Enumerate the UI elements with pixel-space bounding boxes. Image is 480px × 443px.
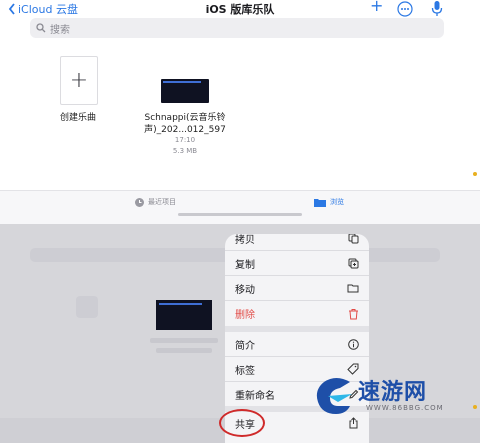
search-field[interactable]: 搜索 — [30, 18, 444, 38]
trash-icon — [347, 308, 359, 320]
duplicate-icon — [347, 257, 359, 269]
menu-item-label: 标签 — [235, 365, 255, 377]
file-name-line2: 声)_202...012_597 — [144, 125, 226, 135]
blurred-new-item — [76, 296, 98, 318]
microphone-icon[interactable] — [431, 0, 443, 18]
tab-recents-label: 最近项目 — [148, 198, 176, 206]
file-thumbnail[interactable] — [161, 79, 209, 103]
folder-icon — [314, 198, 326, 207]
plus-icon[interactable]: + — [370, 0, 383, 15]
blurred-text — [150, 338, 218, 343]
home-indicator — [178, 213, 302, 216]
menu-item-label: 删除 — [235, 310, 255, 321]
menu-item-label: 重新命名 — [235, 390, 275, 402]
menu-item-delete[interactable]: 删除 — [225, 301, 369, 326]
menu-item-label: 复制 — [235, 259, 255, 271]
create-song-button[interactable]: + — [60, 56, 98, 105]
menu-item-move[interactable]: 移动 — [225, 276, 369, 300]
menu-item-copy[interactable]: 拷贝 — [225, 234, 369, 247]
selected-file-thumbnail — [156, 300, 212, 330]
tab-browse[interactable]: 浏览 — [314, 197, 344, 207]
watermark-url: WWW.86BBG.COM — [366, 404, 444, 412]
tab-browse-label: 浏览 — [330, 198, 344, 206]
plus-icon: + — [69, 68, 89, 93]
more-icon[interactable] — [397, 1, 413, 17]
tab-bar: 最近项目 浏览 — [0, 190, 480, 225]
menu-item-label: 简介 — [235, 340, 255, 352]
tab-recents[interactable]: 最近项目 — [135, 197, 176, 207]
info-icon — [347, 338, 359, 350]
watermark-brand: 速游网 — [358, 380, 428, 405]
indicator-dot — [473, 405, 477, 409]
file-size: 5.3 MB — [172, 147, 198, 155]
clock-icon — [135, 197, 144, 207]
blurred-text — [156, 348, 212, 353]
search-icon — [36, 23, 46, 33]
file-time: 17:10 — [174, 136, 196, 144]
files-app-screen: iCloud 云盘 iOS 版库乐队 + 搜索 + 创建乐曲 Schnappi(… — [0, 0, 480, 225]
menu-item-label: 拷贝 — [235, 235, 255, 246]
menu-item-info[interactable]: 简介 — [225, 332, 369, 356]
highlight-circle — [219, 409, 265, 437]
folder-icon — [347, 282, 359, 294]
menu-item-label: 移动 — [235, 284, 255, 296]
create-song-label: 创建乐曲 — [59, 113, 96, 123]
copy-icon — [347, 234, 359, 245]
menu-item-duplicate[interactable]: 复制 — [225, 251, 369, 275]
search-placeholder: 搜索 — [50, 24, 70, 36]
logo-icon — [316, 378, 352, 414]
indicator-dot — [473, 172, 477, 176]
